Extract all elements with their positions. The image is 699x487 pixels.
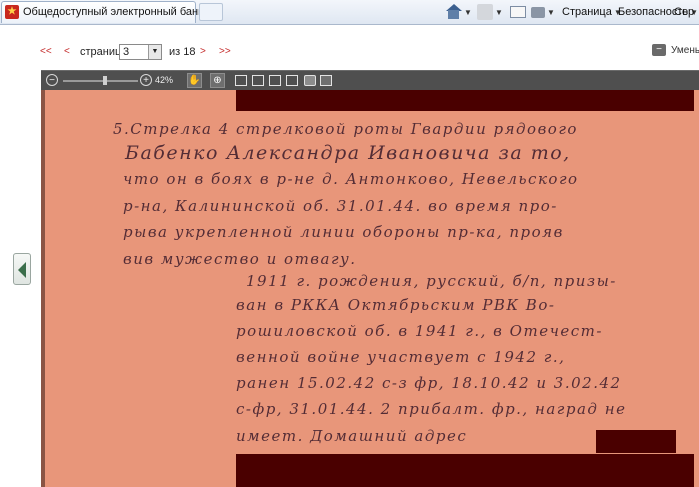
chevron-down-icon[interactable]: ▼ [148, 45, 161, 59]
handwritten-line: имеет. Домашний адрес [236, 427, 468, 445]
mail-icon [510, 6, 526, 18]
handwritten-line: что он в боях в р-не д. Антонково, Невел… [123, 170, 579, 188]
redaction-block-bottom [236, 454, 694, 487]
rss-icon [477, 4, 493, 20]
zoom-in-icon[interactable]: + [140, 74, 152, 86]
tools-menu-label: Сер [674, 6, 695, 18]
document-image[interactable]: 5.Стрелка 4 стрелковой роты Гвардии рядо… [41, 90, 699, 487]
page-select-value: 3 [123, 46, 130, 58]
browser-tab[interactable]: ★ Общедоступный электронный банк д... [1, 1, 222, 23]
feeds-button[interactable]: ▼ [477, 3, 503, 21]
printer-icon [531, 6, 545, 18]
reduce-label[interactable]: Уменьш [671, 45, 699, 56]
handwritten-line: рыва укрепленной линии обороны пр-ка, пр… [123, 223, 564, 241]
fit-width-icon[interactable] [286, 75, 298, 86]
page-select[interactable]: 3 ▼ [119, 44, 162, 60]
handwritten-line: ранен 15.02.42 с-з фр, 18.10.42 и 3.02.4… [236, 374, 622, 392]
home-icon [446, 4, 462, 20]
page-menu-label: Страница [562, 6, 612, 18]
handwritten-line: ван в РККА Октябрьским РВК Во- [236, 296, 556, 314]
fit-page-icon[interactable] [269, 75, 281, 86]
handwritten-line: 1911 г. рождения, русский, б/п, призы- [246, 272, 617, 290]
actual-size-icon[interactable] [252, 75, 264, 86]
chevron-down-icon: ▼ [547, 7, 555, 17]
home-button[interactable]: ▼ [446, 3, 472, 21]
handwritten-line: Бабенко Александра Ивановича за то, [125, 142, 571, 164]
chevron-down-icon: ▼ [495, 7, 503, 17]
zoom-slider-thumb[interactable] [103, 76, 107, 85]
handwritten-line: р-на, Калининской об. 31.01.44. во время… [123, 197, 558, 215]
tab-title: Общедоступный электронный банк д... [23, 6, 222, 18]
page-menu[interactable]: Страница ▼ [562, 3, 622, 21]
page-navigation: << < страница 3 ▼ из 18 > >> [0, 44, 699, 62]
handwritten-line: с-фр, 31.01.44. 2 прибалт. фр., наград н… [236, 400, 627, 418]
last-page-link[interactable]: >> [219, 46, 231, 57]
page-edge [41, 90, 45, 487]
redaction-block-address [596, 430, 676, 453]
print-button[interactable]: ▼ [531, 3, 555, 21]
zoom-level: 42% [155, 75, 174, 85]
browser-command-bar: ★ Общедоступный электронный банк д... ▼ … [0, 0, 699, 25]
prev-page-link[interactable]: < [64, 46, 70, 57]
arrow-left-icon [18, 262, 26, 278]
viewer-toolbar: − + 42% ✋ ⊕ [41, 70, 699, 91]
site-favicon-icon: ★ [5, 5, 19, 19]
chevron-down-icon: ▼ [464, 7, 472, 17]
tools-menu[interactable]: Сер [674, 3, 694, 21]
zoom-slider[interactable] [63, 76, 138, 85]
page-count-label: из 18 [169, 46, 196, 58]
first-page-link[interactable]: << [40, 46, 52, 57]
zoom-out-icon[interactable]: − [46, 74, 58, 86]
zoom-tool-icon[interactable]: ⊕ [210, 73, 225, 88]
handwritten-line: рошиловской об. в 1941 г., в Отечест- [236, 322, 603, 340]
save-icon[interactable] [320, 75, 332, 86]
next-page-link[interactable]: > [200, 46, 206, 57]
new-tab-button[interactable] [199, 3, 223, 21]
reduce-button[interactable]: − [652, 44, 666, 56]
hand-tool-icon[interactable]: ✋ [187, 73, 202, 88]
single-page-icon[interactable] [235, 75, 247, 86]
redaction-block-top [236, 90, 694, 111]
print-icon[interactable] [304, 75, 316, 86]
handwritten-line: вив мужество и отвагу. [123, 250, 357, 268]
mail-button[interactable] [510, 3, 526, 21]
handwritten-line: венной войне участвует с 1942 г., [236, 348, 566, 366]
handwritten-line: 5.Стрелка 4 стрелковой роты Гвардии рядо… [113, 120, 578, 138]
previous-page-arrow[interactable] [13, 253, 31, 285]
